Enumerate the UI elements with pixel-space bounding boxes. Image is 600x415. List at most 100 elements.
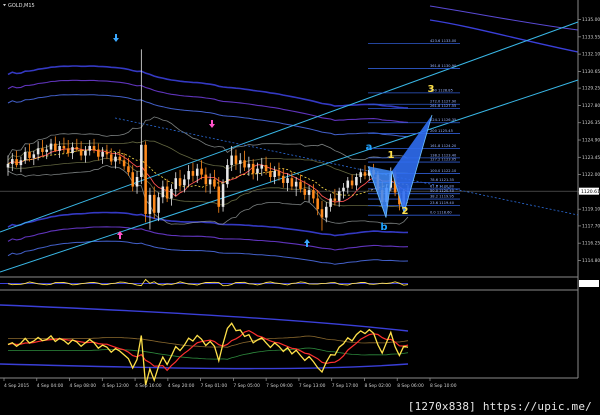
y-tick-label-6: 1126.35 [582, 120, 600, 126]
x-tick-label-11: 8 Sep 02:00 [364, 383, 391, 389]
candle-body [54, 143, 57, 151]
candle-body [187, 171, 190, 180]
candle-body [238, 160, 242, 164]
y-tick-label-7: 1124.90 [582, 138, 600, 144]
fib-label-16: 0.0 1118.60 [430, 211, 452, 215]
candle-body [105, 151, 109, 155]
x-tick-label-2: 4 Sep 08:00 [70, 383, 97, 389]
x-tick-label-1: 4 Sep 04:00 [37, 383, 64, 389]
candle-body [316, 198, 319, 210]
x-tick-label-3: 4 Sep 12:00 [102, 383, 129, 389]
candle-body [58, 145, 61, 151]
candle-body [213, 179, 216, 187]
candle-body [174, 178, 178, 189]
y-tick-label-4: 1129.25 [582, 86, 600, 92]
x-tick-label-0: 4 Sep 2015 [4, 383, 29, 389]
fib-label-15: 23.6 1119.40 [430, 201, 455, 205]
candle-body [122, 160, 126, 167]
candle-body [19, 160, 23, 166]
x-tick-label-6: 7 Sep 01:00 [201, 383, 228, 389]
x-tick-label-9: 7 Sep 13:00 [299, 383, 326, 389]
x-tick-label-13: 8 Sep 10:00 [430, 383, 457, 389]
y-tick-label-13: 1116.25 [582, 241, 600, 247]
candle-body [221, 184, 225, 207]
x-tick-label-8: 7 Sep 09:00 [266, 383, 293, 389]
candle-body [325, 206, 328, 218]
wave-label-b: b [380, 222, 387, 233]
candle-body [200, 168, 203, 175]
osc1-level-marker [579, 280, 599, 287]
candle-body [234, 155, 238, 164]
candle-body [32, 154, 36, 158]
candle-body [226, 165, 229, 185]
candle-body [28, 151, 31, 158]
fib-label-0: 423.6 1133.00 [430, 39, 457, 43]
x-tick-label-7: 7 Sep 05:00 [233, 383, 260, 389]
y-tick-label-0: 1135.00 [582, 17, 600, 23]
x-tick-label-5: 4 Sep 20:00 [168, 383, 195, 389]
price-chart[interactable]: 423.6 1133.00361.8 1130.90300 1128.85272… [0, 0, 600, 415]
y-tick-label-9: 1122.00 [582, 172, 600, 178]
fib-label-12: 61.8 1120.80 [430, 184, 455, 188]
candle-body [144, 144, 147, 214]
candle-body [97, 149, 100, 157]
candle-body [320, 209, 324, 218]
candle-body [256, 168, 259, 174]
y-tick-label-5: 1127.80 [582, 103, 600, 109]
candle-body [303, 188, 307, 195]
candle-body [75, 147, 79, 150]
candle-body [101, 151, 104, 157]
candle-body [84, 150, 87, 156]
y-tick-label-3: 1130.65 [582, 69, 600, 75]
candle-body [183, 179, 186, 186]
fib-label-4: 261.8 1127.55 [430, 104, 456, 108]
candle-body [140, 144, 143, 177]
candle-body [333, 198, 337, 201]
candle-body [243, 160, 246, 168]
fib-label-11: 78.6 1121.35 [430, 178, 454, 182]
current-price-label: 1120.61 [581, 189, 600, 195]
candle-body [346, 180, 350, 188]
candle-body [204, 174, 208, 185]
fib-label-1: 361.8 1130.90 [430, 64, 457, 68]
candle-body [230, 155, 233, 166]
y-tick-label-8: 1123.45 [582, 155, 600, 161]
candle-body [23, 151, 27, 161]
candle-body [157, 197, 160, 213]
candle-body [109, 154, 113, 162]
candle-body [92, 145, 96, 150]
candle-body [251, 163, 255, 174]
x-tick-label-12: 8 Sep 06:00 [397, 383, 424, 389]
candle-body [294, 181, 298, 187]
candle-body [329, 198, 332, 207]
y-tick-label-12: 1117.70 [582, 223, 600, 229]
candle-body [363, 172, 367, 176]
wave-label-a: a [366, 142, 373, 153]
candle-body [359, 172, 362, 177]
x-tick-label-10: 7 Sep 17:00 [332, 383, 359, 389]
candle-body [264, 165, 268, 172]
candle-body [114, 156, 117, 162]
candle-body [350, 180, 354, 186]
fib-label-6: 200 1125.45 [430, 129, 453, 133]
candle-body [79, 149, 83, 156]
chart-background [0, 0, 600, 415]
candle-body [127, 166, 130, 173]
candle-body [11, 159, 14, 164]
fib-label-7: 161.8 1124.20 [430, 144, 457, 148]
candle-body [45, 149, 48, 152]
x-tick-label-4: 4 Sep 16:00 [135, 383, 162, 389]
chart-labels: GOLD,M15 [3, 3, 35, 9]
candle-body [355, 176, 358, 186]
candle-body [312, 190, 315, 199]
candle-body [307, 190, 311, 195]
candle-body [247, 163, 251, 168]
candle-body [41, 148, 44, 152]
fib-label-14: 38.2 1119.95 [430, 195, 454, 199]
fib-label-10: 100.0 1122.10 [430, 169, 457, 173]
candle-body [277, 171, 281, 176]
candle-body [165, 186, 169, 199]
candle-body [191, 171, 195, 176]
candle-body [6, 163, 10, 168]
candle-body [49, 143, 53, 150]
